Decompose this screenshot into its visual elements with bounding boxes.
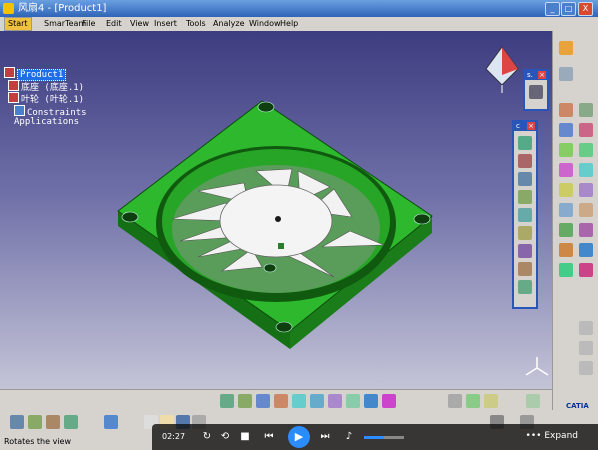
menu-start[interactable]: Start (4, 17, 32, 31)
tool-icon[interactable] (559, 143, 573, 157)
floating-toolbar-small: s. × (523, 69, 549, 111)
fit-all-icon[interactable] (238, 394, 252, 408)
select-icon[interactable] (559, 41, 573, 55)
tool-icon[interactable] (559, 263, 573, 277)
menu-insert[interactable]: Insert (154, 17, 177, 31)
tool-icon[interactable] (579, 103, 593, 117)
tool-icon[interactable] (579, 361, 593, 375)
expand-button[interactable]: ••• Expand (526, 431, 578, 441)
tool-icon[interactable] (559, 103, 573, 117)
title-bar: 风扇4 - [Product1] _ □ X (0, 0, 598, 17)
window-title: 风扇4 - [Product1] (18, 3, 107, 14)
tool-icon[interactable] (448, 394, 462, 408)
rotate-icon[interactable] (274, 394, 288, 408)
tool-icon[interactable] (518, 154, 532, 168)
tool-icon[interactable] (28, 415, 42, 429)
tool-icon[interactable] (579, 263, 593, 277)
catia-logo: CATIA (566, 402, 589, 410)
tool-icon[interactable] (518, 172, 532, 186)
close-icon[interactable]: × (538, 71, 546, 79)
tool-icon[interactable] (559, 183, 573, 197)
tool-icon[interactable] (64, 415, 78, 429)
tool-icon[interactable] (579, 243, 593, 257)
view-toolbar (0, 389, 552, 411)
tool-icon[interactable] (104, 415, 118, 429)
hub-center (275, 216, 281, 222)
tool-icon[interactable] (579, 123, 593, 137)
prev-icon[interactable]: ⏮ (262, 430, 276, 444)
tool-icon[interactable] (10, 415, 24, 429)
play-button[interactable]: ▶ (288, 426, 310, 448)
menu-window[interactable]: Window (249, 17, 281, 31)
floating-toolbar-tall: c × (512, 120, 538, 309)
tool-icon[interactable] (46, 415, 60, 429)
tool-icon[interactable] (579, 341, 593, 355)
tool-icon[interactable] (559, 123, 573, 137)
menu-edit[interactable]: Edit (106, 17, 122, 31)
volume-icon[interactable]: ♪ (342, 430, 356, 444)
right-toolbar (552, 31, 598, 420)
menu-smarteam[interactable]: SmarTeam (44, 17, 86, 31)
tool-icon[interactable] (559, 163, 573, 177)
tool-icon[interactable] (484, 394, 498, 408)
fan-model (117, 100, 433, 349)
3d-viewport[interactable]: Product1 底座 (底座.1) 叶轮 (叶轮.1) Constraints… (0, 31, 552, 389)
tool-icon[interactable] (518, 280, 532, 294)
compass-icon[interactable] (482, 45, 522, 95)
next-icon[interactable]: ⏭ (318, 430, 332, 444)
normal-view-icon[interactable] (328, 394, 342, 408)
tool-icon[interactable] (559, 67, 573, 81)
tool-icon[interactable] (518, 190, 532, 204)
render-style-icon[interactable] (364, 394, 378, 408)
stop-icon[interactable]: ■ (238, 430, 252, 444)
tool-icon[interactable] (579, 321, 593, 335)
menu-bar: Start SmarTeam File Edit View Insert Too… (0, 17, 598, 31)
tool-icon[interactable] (518, 244, 532, 258)
volume-level (364, 436, 384, 439)
tool-icon[interactable] (579, 163, 593, 177)
view-mode-icon[interactable] (529, 85, 543, 99)
tool-icon[interactable] (559, 203, 573, 217)
close-button[interactable]: X (578, 2, 593, 16)
tool-icon[interactable] (466, 394, 480, 408)
tool-icon[interactable] (518, 262, 532, 276)
menu-file[interactable]: File (82, 17, 95, 31)
pan-icon[interactable] (256, 394, 270, 408)
menu-help[interactable]: Help (280, 17, 298, 31)
refresh-icon[interactable]: ⟲ (218, 430, 232, 444)
axis-marker (278, 243, 284, 249)
tool-icon[interactable] (579, 203, 593, 217)
status-text: Rotates the view (4, 437, 71, 446)
menu-tools[interactable]: Tools (186, 17, 206, 31)
fly-icon[interactable] (220, 394, 234, 408)
axis-triad-icon (525, 357, 549, 376)
tool-icon[interactable] (579, 223, 593, 237)
volume-slider[interactable] (364, 436, 404, 439)
tool-icon[interactable] (579, 143, 593, 157)
minimize-button[interactable]: _ (545, 2, 560, 16)
video-player-bar: 02:27 ↻ ⟲ ■ ⏮ ▶ ⏭ ♪ ••• Expand (152, 424, 598, 450)
tool-icon[interactable] (559, 223, 573, 237)
tool-icon[interactable] (559, 243, 573, 257)
menu-analyze[interactable]: Analyze (213, 17, 245, 31)
zoom-out-icon[interactable] (310, 394, 324, 408)
hide-show-icon[interactable] (382, 394, 396, 408)
tool-icon[interactable] (579, 183, 593, 197)
tool-icon[interactable] (526, 394, 540, 408)
app-icon (3, 3, 14, 14)
views-icon[interactable] (346, 394, 360, 408)
tool-icon[interactable] (518, 226, 532, 240)
playback-time: 02:27 (162, 432, 186, 441)
zoom-in-icon[interactable] (292, 394, 306, 408)
close-icon[interactable]: × (527, 122, 535, 130)
tool-icon[interactable] (518, 136, 532, 150)
loop-icon[interactable]: ↻ (200, 430, 214, 444)
maximize-button[interactable]: □ (561, 2, 576, 16)
menu-view[interactable]: View (130, 17, 149, 31)
tool-icon[interactable] (518, 208, 532, 222)
